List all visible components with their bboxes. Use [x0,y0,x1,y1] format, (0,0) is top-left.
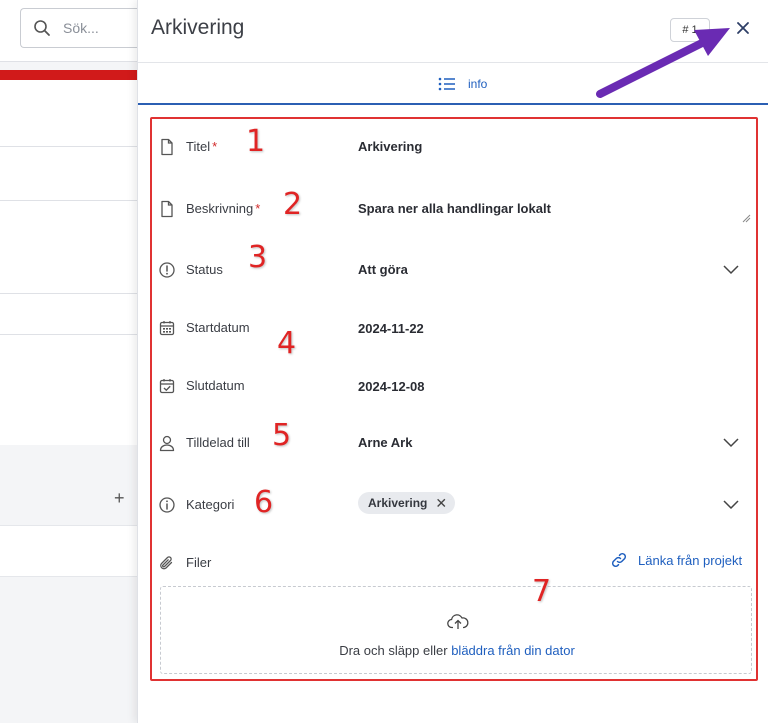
divider [0,293,137,294]
cloud-upload-icon [447,614,469,629]
category-tag-label: Arkivering [368,496,428,510]
list-icon [438,77,455,91]
field-status[interactable]: Status Att göra [158,257,748,281]
field-slutdatum[interactable]: Slutdatum 2024-12-08 [158,373,748,397]
field-beskrivning-label: Beskrivning * [186,201,260,216]
field-startdatum[interactable]: Startdatum 2024-11-22 [158,315,748,339]
panel-title: Arkivering [151,16,245,39]
remove-tag-button[interactable]: ✕ [435,495,447,512]
dropzone-instruction: Dra och släpp eller [339,643,448,658]
tab-info[interactable]: info [438,74,487,94]
link-from-project-button[interactable]: Länka från projekt [610,551,742,569]
chevron-down-icon[interactable] [722,263,740,275]
annotation-number: 7 [532,574,552,609]
category-tag: Arkivering ✕ [358,492,456,514]
field-status-value[interactable]: Att göra [358,262,408,277]
alert-circle-icon [159,262,175,278]
dropzone-text: Dra och släpp eller bläddra från din dat… [161,643,753,658]
link-icon [611,552,627,568]
search-icon [34,20,50,36]
field-beskrivning-value[interactable]: Spara ner alla handlingar lokalt [358,201,551,216]
search-placeholder: Sök... [63,20,99,36]
annotation-arrow [596,28,730,98]
field-kategori[interactable]: Kategori Arkivering ✕ [158,492,748,516]
document-icon [161,138,173,156]
paperclip-icon [160,556,173,570]
file-dropzone[interactable]: Dra och släpp eller bläddra från din dat… [160,586,752,674]
field-tilldelad-value[interactable]: Arne Ark [358,435,412,450]
field-tilldelad-label: Tilldelad till [186,435,250,450]
divider [0,334,137,335]
field-titel-label-text: Titel [186,139,211,154]
annotation-number: 4 [277,326,297,361]
resize-handle-icon[interactable] [741,213,751,223]
field-tilldelad[interactable]: Tilldelad till Arne Ark [158,430,748,454]
annotation-number: 3 [248,240,268,275]
field-startdatum-value[interactable]: 2024-11-22 [358,321,424,336]
browse-files-link[interactable]: bläddra från din dator [451,643,575,658]
field-titel-value[interactable]: Arkivering [358,139,422,154]
link-from-project-label: Länka från projekt [638,552,743,568]
divider [0,200,137,201]
info-circle-icon [159,497,175,513]
chevron-down-icon[interactable] [722,498,740,510]
field-slutdatum-value[interactable]: 2024-12-08 [358,379,425,394]
chevron-down-icon[interactable] [722,436,740,448]
background-list [0,80,137,445]
field-startdatum-label: Startdatum [186,320,250,335]
document-icon [161,200,173,218]
annotation-number: 1 [246,124,266,159]
field-kategori-label: Kategori [186,497,235,512]
field-status-label: Status [186,262,223,277]
field-filer-label: Filer [186,555,212,570]
field-titel-label: Titel * [186,139,217,154]
search-input[interactable]: Sök... [20,8,137,48]
calendar-icon [159,321,175,336]
field-beskrivning-label-text: Beskrivning [186,201,254,216]
annotation-number: 6 [254,485,274,520]
calendar-check-icon [159,379,175,394]
background-row [0,525,137,577]
field-beskrivning[interactable]: Beskrivning * Spara ner alla handlingar l… [158,196,748,220]
field-slutdatum-label: Slutdatum [186,378,245,393]
required-mark: * [255,201,261,216]
divider [0,146,137,147]
required-mark: * [212,139,218,154]
background-red-bar [0,70,137,80]
tab-info-label: info [468,77,488,91]
annotation-number: 5 [272,418,292,453]
user-icon [159,435,175,452]
add-button[interactable]: + [114,488,125,509]
annotation-number: 2 [283,187,303,222]
